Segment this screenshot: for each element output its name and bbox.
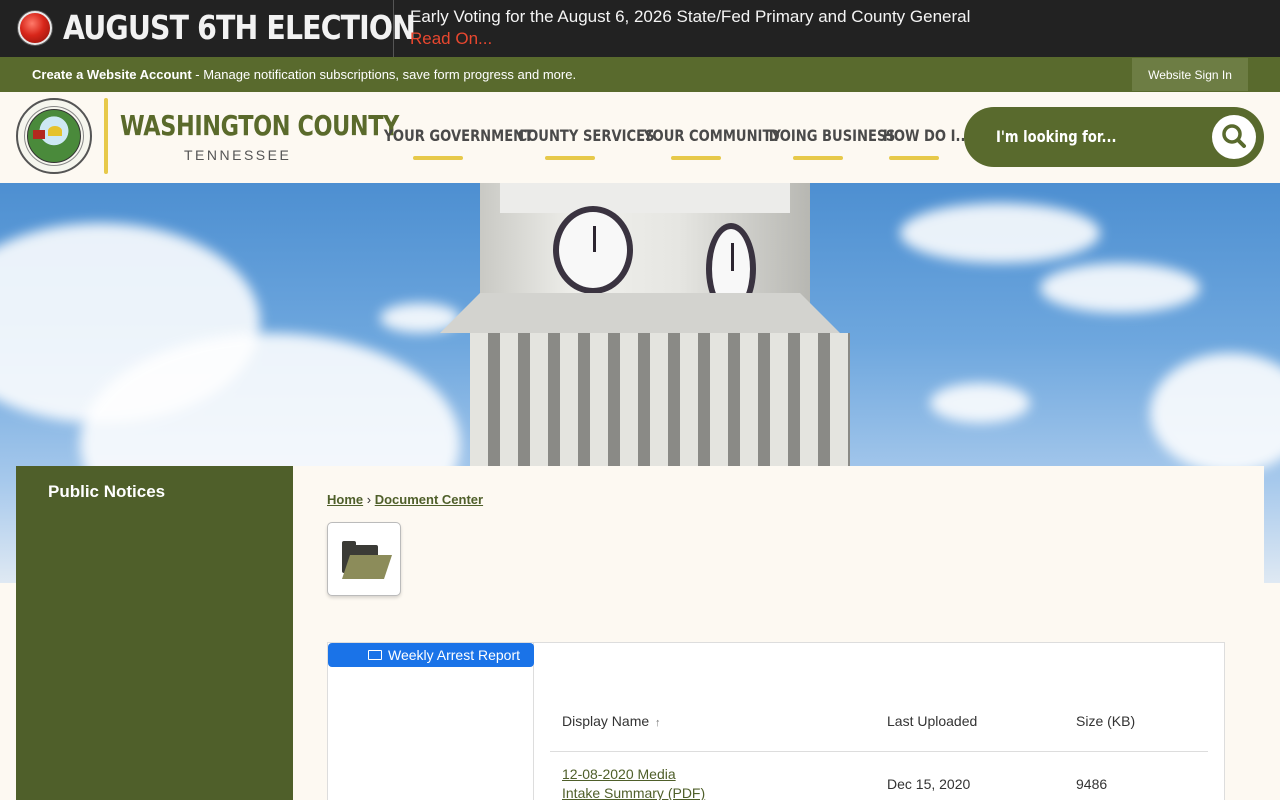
cloud <box>1150 353 1280 473</box>
document-panel: Weekly Arrest Report Display Name ↑ Last… <box>327 642 1225 800</box>
alert-title: AUGUST 6TH ELECTION <box>63 8 416 47</box>
county-seal-logo[interactable] <box>16 98 92 174</box>
open-folder-icon <box>368 650 382 660</box>
nav-underline <box>545 156 595 160</box>
seal-sun <box>48 126 62 136</box>
document-size: 9486 <box>1076 776 1108 792</box>
folder-icon-front <box>342 555 392 579</box>
folder-view-button[interactable] <box>327 522 401 596</box>
folder-tree: Weekly Arrest Report <box>328 643 534 800</box>
tower-ledge <box>440 293 840 333</box>
create-account-link[interactable]: Create a Website Account <box>32 67 192 82</box>
site-header: WASHINGTON COUNTY TENNESSEE YOUR GOVERNM… <box>0 92 1280 183</box>
seal-house <box>33 130 45 139</box>
column-header-size[interactable]: Size (KB) <box>1076 713 1135 729</box>
main-content: Home › Document Center Weekly Arrest Rep… <box>293 466 1264 800</box>
state-name: TENNESSEE <box>184 147 292 163</box>
tree-item-label: Weekly Arrest Report <box>388 647 521 663</box>
nav-how-do-i[interactable]: HOW DO I... <box>883 126 971 145</box>
column-header-last-uploaded[interactable]: Last Uploaded <box>887 713 977 729</box>
site-search: I'm looking for... <box>964 107 1264 167</box>
sign-in-button[interactable]: Website Sign In <box>1132 58 1248 91</box>
search-icon <box>1222 124 1246 148</box>
breadcrumb-home-link[interactable]: Home <box>327 492 363 507</box>
logo-divider <box>104 98 108 174</box>
alert-read-more-link[interactable]: Read On... <box>410 29 492 49</box>
sort-ascending-icon: ↑ <box>655 717 661 729</box>
alert-message: Early Voting for the August 6, 2026 Stat… <box>410 7 971 26</box>
emergency-alert-bar: AUGUST 6TH ELECTION Early Voting for the… <box>0 0 1280 57</box>
breadcrumb-document-center-link[interactable]: Document Center <box>375 492 483 507</box>
nav-underline <box>793 156 843 160</box>
nav-doing-business[interactable]: DOING BUSINESS <box>769 126 895 145</box>
nav-your-community[interactable]: YOUR COMMUNITY <box>644 126 781 145</box>
cloud <box>1040 263 1200 313</box>
search-input[interactable]: I'm looking for... <box>996 127 1116 146</box>
county-name[interactable]: WASHINGTON COUNTY <box>120 109 399 142</box>
nav-your-government[interactable]: YOUR GOVERNMENT <box>384 126 533 145</box>
cloud <box>900 203 1100 263</box>
column-header-label: Display Name <box>562 713 650 729</box>
sidebar-item-public-notices[interactable]: Public Notices <box>48 482 165 502</box>
sidebar: Public Notices <box>16 466 293 800</box>
nav-underline <box>671 156 721 160</box>
nav-underline <box>413 156 463 160</box>
tree-item-weekly-arrest-report[interactable]: Weekly Arrest Report <box>328 643 534 667</box>
clock-face <box>553 206 633 294</box>
alert-indicator-icon <box>18 11 52 45</box>
tower-top <box>500 183 790 213</box>
column-header-display-name[interactable]: Display Name ↑ <box>562 713 661 729</box>
breadcrumb-separator: › <box>366 492 372 507</box>
account-bar-description: - Manage notification subscriptions, sav… <box>191 67 577 82</box>
document-link[interactable]: 12-08-2020 Media Intake Summary (PDF) <box>562 765 712 800</box>
alert-divider <box>393 0 394 57</box>
account-bar-text: Create a Website Account - Manage notifi… <box>32 67 576 82</box>
document-uploaded-date: Dec 15, 2020 <box>887 776 971 792</box>
breadcrumb: Home › Document Center <box>327 492 483 507</box>
nav-underline <box>889 156 939 160</box>
account-bar: Create a Website Account - Manage notifi… <box>0 57 1280 92</box>
header-divider <box>550 751 1208 752</box>
search-button[interactable] <box>1212 115 1256 159</box>
nav-county-services[interactable]: COUNTY SERVICES <box>518 126 655 145</box>
cloud <box>930 383 1030 423</box>
